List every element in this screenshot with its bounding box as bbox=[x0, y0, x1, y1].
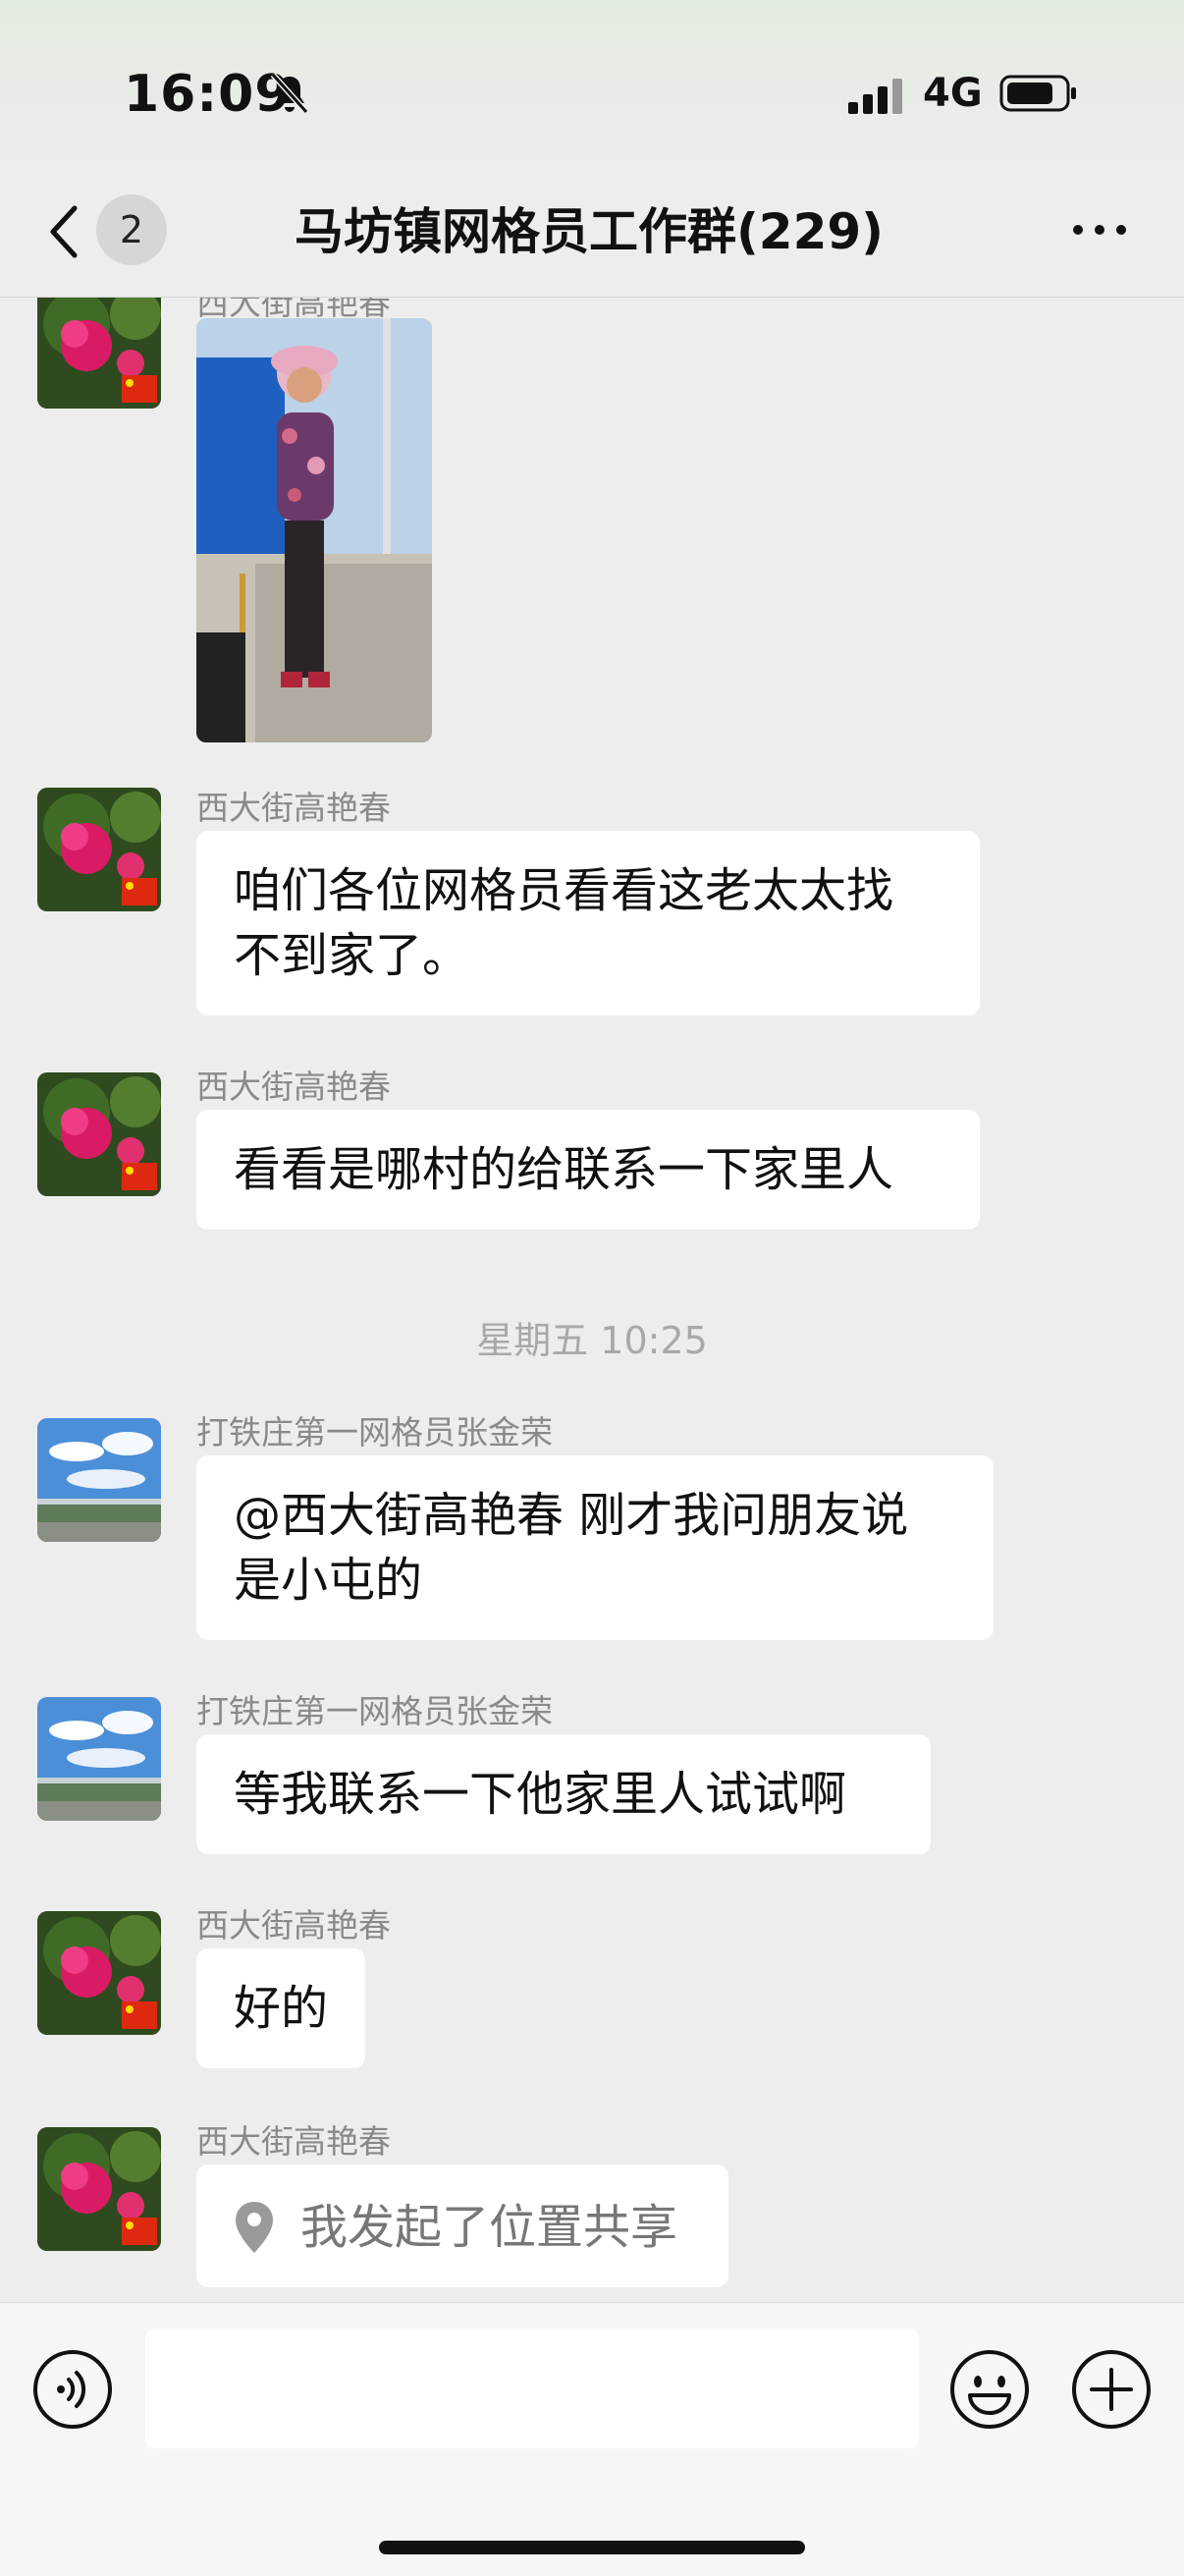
emoji-icon[interactable] bbox=[948, 2348, 1031, 2431]
status-bar: 16:09 4G bbox=[0, 0, 1184, 167]
avatar-flower[interactable] bbox=[37, 1911, 161, 2035]
chat-area[interactable]: 西大街高艳春 西大街高艳春 咱们各位网格员看看这老太太找 不到家了。 西大街高艳… bbox=[0, 297, 1184, 2302]
chevron-left-icon[interactable] bbox=[45, 204, 84, 259]
unread-count-badge[interactable]: 2 bbox=[96, 194, 167, 265]
avatar-flower[interactable] bbox=[37, 788, 161, 911]
message-text: 不到家了。 bbox=[234, 928, 470, 983]
network-type: 4G bbox=[923, 71, 983, 116]
more-dots-icon[interactable] bbox=[1070, 220, 1129, 240]
message-text: 是小屯的 bbox=[234, 1553, 423, 1608]
sender-name: 西大街高艳春 bbox=[196, 1068, 391, 1106]
avatar-sky[interactable] bbox=[37, 1697, 161, 1821]
status-time: 16:09 bbox=[124, 65, 292, 124]
battery-icon bbox=[999, 75, 1076, 112]
input-bar bbox=[0, 2302, 1184, 2576]
sender-name: 打铁庄第一网格员张金荣 bbox=[196, 1413, 553, 1452]
location-pin-icon bbox=[236, 2202, 273, 2253]
shared-photo[interactable] bbox=[196, 318, 432, 742]
message-bubble[interactable]: 咱们各位网格员看看这老太太找 不到家了。 bbox=[196, 831, 980, 1015]
avatar-flower[interactable] bbox=[37, 2127, 161, 2251]
sender-name: 西大街高艳春 bbox=[196, 2122, 391, 2161]
message-text: 好的 bbox=[234, 1981, 329, 2036]
sender-name: 西大街高艳春 bbox=[196, 1906, 391, 1945]
home-indicator bbox=[379, 2541, 805, 2554]
chat-title: 马坊镇网格员工作群(229) bbox=[294, 203, 885, 260]
avatar-sky[interactable] bbox=[37, 1418, 161, 1542]
message-input[interactable] bbox=[145, 2329, 919, 2448]
message-text: 我发起了位置共享 bbox=[300, 2200, 678, 2255]
sender-name: 西大街高艳春 bbox=[196, 789, 391, 827]
signal-icon bbox=[848, 79, 902, 114]
voice-icon[interactable] bbox=[31, 2348, 114, 2431]
message-bubble[interactable]: @西大街高艳春 刚才我问朋友说 是小屯的 bbox=[196, 1455, 994, 1640]
timestamp: 星期五 10:25 bbox=[476, 1319, 708, 1362]
message-bubble[interactable]: 等我联系一下他家里人试试啊 bbox=[196, 1734, 931, 1854]
plus-icon[interactable] bbox=[1070, 2348, 1153, 2431]
message-text: 等我联系一下他家里人试试啊 bbox=[234, 1767, 847, 1822]
location-share-bubble[interactable]: 我发起了位置共享 bbox=[196, 2165, 728, 2287]
avatar-flower[interactable] bbox=[37, 297, 161, 409]
message-bubble[interactable]: 看看是哪村的给联系一下家里人 bbox=[196, 1110, 980, 1230]
message-bubble[interactable]: 好的 bbox=[196, 1948, 366, 2068]
bell-slash-icon bbox=[270, 72, 309, 115]
sender-name: 打铁庄第一网格员张金荣 bbox=[196, 1692, 553, 1730]
message-text: 看看是哪村的给联系一下家里人 bbox=[234, 1142, 894, 1197]
message-text: @西大街高艳春 刚才我问朋友说 bbox=[234, 1488, 909, 1543]
message-text: 咱们各位网格员看看这老太太找 bbox=[234, 863, 894, 918]
avatar-flower[interactable] bbox=[37, 1072, 161, 1196]
